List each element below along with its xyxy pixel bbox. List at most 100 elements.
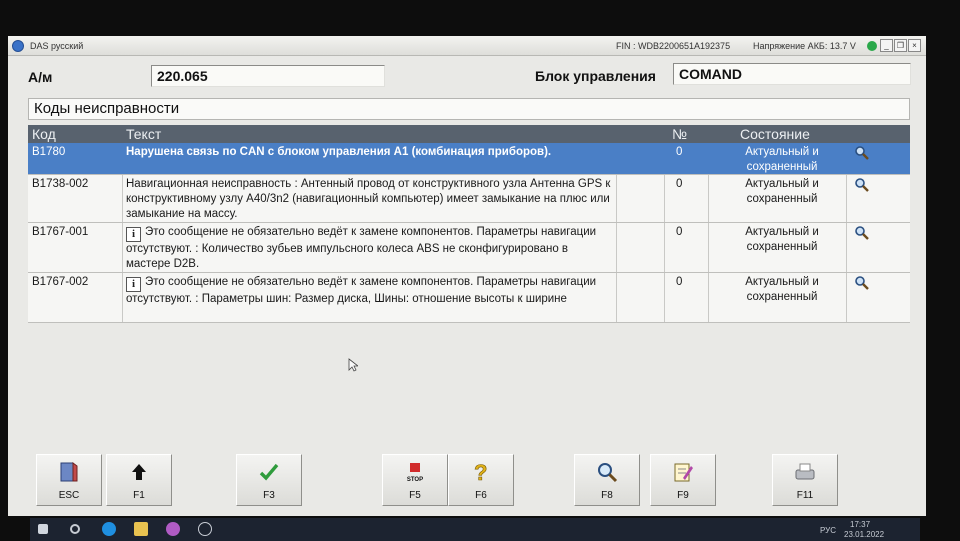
column-divider bbox=[708, 175, 709, 222]
close-button[interactable]: × bbox=[908, 39, 921, 52]
info-icon: i bbox=[126, 277, 141, 292]
status-indicator-icon bbox=[867, 41, 877, 51]
fkey-label: F8 bbox=[601, 490, 613, 501]
file-explorer-icon[interactable] bbox=[134, 522, 148, 536]
fkey-label: F1 bbox=[133, 490, 145, 501]
edge-browser-icon[interactable] bbox=[102, 522, 116, 536]
table-row[interactable]: B1767-002 i Это сообщение не обязательно в… bbox=[28, 273, 910, 323]
fkey-label: F11 bbox=[796, 490, 814, 501]
column-divider bbox=[616, 143, 617, 174]
fault-state: Актуальный и сохраненный bbox=[745, 276, 819, 303]
fault-occurrence-number: 0 bbox=[676, 276, 683, 288]
fin-readout: FIN : WDB2200651A192375 bbox=[616, 41, 731, 51]
app-logo-icon bbox=[12, 40, 24, 52]
clock-date[interactable]: 23.01.2022 bbox=[844, 530, 884, 539]
fkey-f9-button[interactable]: F9 bbox=[650, 454, 716, 506]
vehicle-field: 220.065 bbox=[151, 65, 385, 87]
fkey-label: ESC bbox=[58, 490, 80, 501]
fkey-f8-button[interactable]: F8 bbox=[574, 454, 640, 506]
fault-description: Навигационная неисправность : Антенный п… bbox=[126, 177, 612, 222]
column-divider bbox=[664, 273, 665, 322]
magnifier-icon bbox=[595, 460, 619, 484]
fault-code: B1767-002 bbox=[32, 276, 89, 288]
column-divider bbox=[846, 223, 847, 272]
mercedes-star-icon[interactable] bbox=[198, 522, 212, 536]
fault-code-table: Код Текст № Состояние B1780 Нарушена связ… bbox=[28, 125, 910, 323]
help-question-icon: ? bbox=[469, 460, 493, 486]
fault-description-text: Нарушена связь по CAN с блоком управлени… bbox=[126, 146, 552, 158]
details-magnifier-icon[interactable] bbox=[854, 145, 870, 161]
column-divider bbox=[708, 143, 709, 174]
control-unit-label: Блок управления bbox=[535, 68, 656, 84]
fkey-label: F3 bbox=[263, 490, 275, 501]
column-divider bbox=[664, 223, 665, 272]
column-divider bbox=[122, 143, 123, 174]
info-icon: i bbox=[126, 227, 141, 242]
column-header-code[interactable]: Код bbox=[32, 126, 56, 142]
fkey-f11-button[interactable]: F11 bbox=[772, 454, 838, 506]
column-divider bbox=[846, 175, 847, 222]
table-row[interactable]: B1767-001 i Это сообщение не обязательно в… bbox=[28, 223, 910, 273]
fkey-label: F6 bbox=[475, 490, 487, 501]
notepad-edit-icon bbox=[671, 460, 695, 484]
fault-code: B1767-001 bbox=[32, 226, 89, 238]
printer-icon bbox=[793, 460, 817, 484]
fault-state: Актуальный и сохраненный bbox=[745, 146, 819, 173]
column-divider bbox=[708, 223, 709, 272]
fkey-f3-button[interactable]: F3 bbox=[236, 454, 302, 506]
column-divider bbox=[616, 223, 617, 272]
column-divider bbox=[616, 175, 617, 222]
fault-description: Нарушена связь по CAN с блоком управлени… bbox=[126, 145, 612, 160]
control-unit-field: COMAND bbox=[673, 63, 911, 85]
fault-occurrence-number: 0 bbox=[676, 226, 683, 238]
fkey-f1-button[interactable]: F1 bbox=[106, 454, 172, 506]
fkey-label: F5 bbox=[409, 490, 421, 501]
details-magnifier-icon[interactable] bbox=[854, 225, 870, 241]
table-header: Код Текст № Состояние bbox=[28, 125, 910, 143]
function-key-bar: ESC F1 F3 STOP F5? F6 F8 F9 F11 bbox=[8, 452, 926, 508]
minimize-button[interactable]: _ bbox=[880, 39, 893, 52]
exit-door-icon bbox=[57, 460, 81, 484]
title-bar: DAS русский FIN : WDB2200651A192375 Напр… bbox=[8, 36, 926, 56]
fault-state: Актуальный и сохраненный bbox=[745, 226, 819, 253]
checkmark-icon bbox=[257, 460, 281, 484]
column-header-number[interactable]: № bbox=[672, 126, 687, 142]
battery-voltage: Напряжение АКБ: 13.7 V bbox=[753, 41, 856, 51]
mouse-cursor-icon bbox=[348, 358, 358, 372]
search-icon[interactable] bbox=[70, 524, 80, 534]
column-divider bbox=[664, 175, 665, 222]
column-header-text[interactable]: Текст bbox=[126, 126, 161, 142]
column-divider bbox=[616, 273, 617, 322]
app-pinned-icon[interactable] bbox=[166, 522, 180, 536]
table-row[interactable]: B1780 Нарушена связь по CAN с блоком упра… bbox=[28, 143, 910, 175]
vehicle-label: А/м bbox=[28, 69, 53, 85]
windows-start-icon[interactable] bbox=[38, 524, 48, 534]
column-divider bbox=[846, 143, 847, 174]
fault-description-text: Это сообщение не обязательно ведёт к зам… bbox=[126, 276, 597, 305]
fault-occurrence-number: 0 bbox=[676, 146, 683, 158]
details-magnifier-icon[interactable] bbox=[854, 275, 870, 291]
fault-code: B1780 bbox=[32, 146, 66, 158]
fault-description: i Это сообщение не обязательно ведёт к за… bbox=[126, 275, 612, 307]
language-indicator[interactable]: РУС bbox=[820, 526, 836, 535]
table-row[interactable]: B1738-002 Навигационная неисправность : А… bbox=[28, 175, 910, 223]
column-divider bbox=[664, 143, 665, 174]
column-divider bbox=[122, 273, 123, 322]
das-window: DAS русский FIN : WDB2200651A192375 Напр… bbox=[8, 36, 926, 516]
column-divider bbox=[708, 273, 709, 322]
fkey-esc-button[interactable]: ESC bbox=[36, 454, 102, 506]
column-divider bbox=[122, 175, 123, 222]
windows-taskbar: РУС 17:37 23.01.2022 bbox=[30, 518, 920, 541]
stop-text: STOP bbox=[406, 477, 424, 483]
fault-description-text: Навигационная неисправность : Антенный п… bbox=[126, 178, 611, 220]
section-title: Коды неисправности bbox=[28, 98, 910, 120]
details-magnifier-icon[interactable] bbox=[854, 177, 870, 193]
fault-code: B1738-002 bbox=[32, 178, 89, 190]
fkey-f5-button[interactable]: STOP F5 bbox=[382, 454, 448, 506]
fkey-label: F9 bbox=[677, 490, 689, 501]
clock-time[interactable]: 17:37 bbox=[850, 520, 870, 529]
maximize-button[interactable]: ❐ bbox=[894, 39, 907, 52]
column-header-state[interactable]: Состояние bbox=[740, 126, 810, 142]
column-divider bbox=[846, 273, 847, 322]
fkey-f6-button[interactable]: ? F6 bbox=[448, 454, 514, 506]
